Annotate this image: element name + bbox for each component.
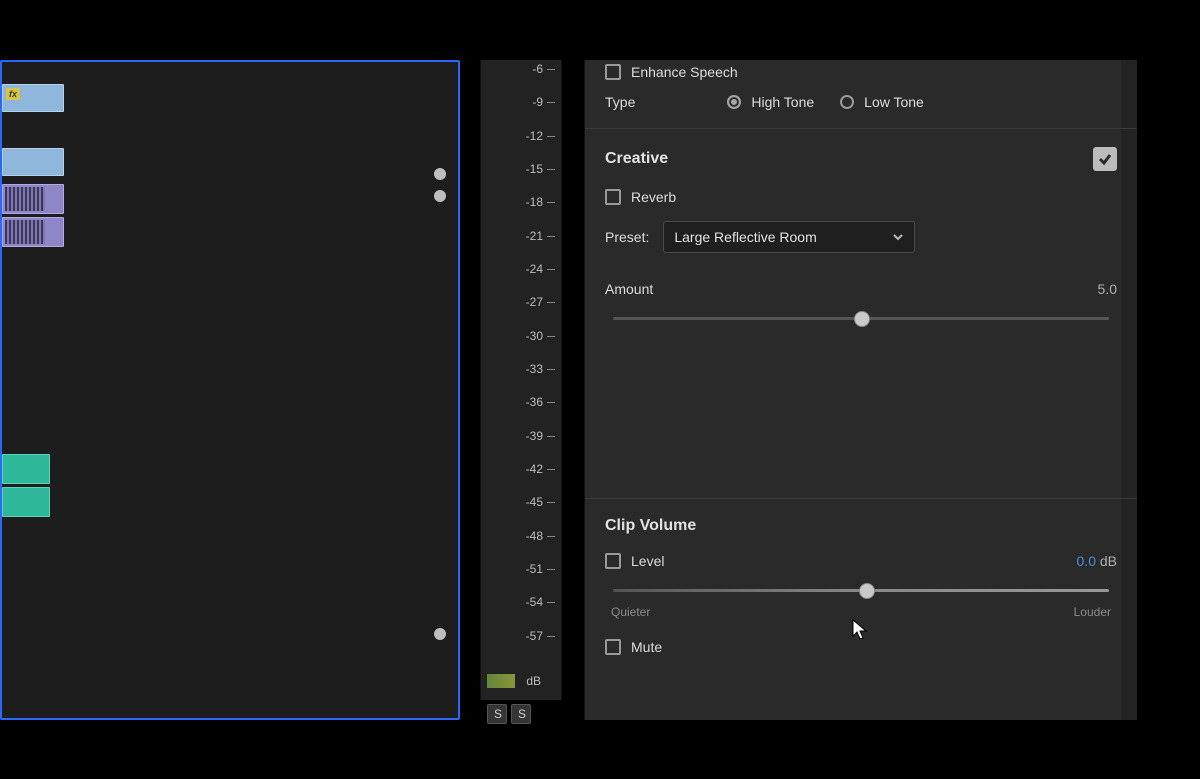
video-clip[interactable]: fx — [2, 84, 64, 112]
low-tone-radio[interactable] — [840, 95, 854, 109]
timeline-panel[interactable]: fx — [0, 60, 460, 720]
level-value[interactable]: 0.0 dB — [1077, 553, 1117, 569]
amount-slider[interactable] — [613, 311, 1109, 325]
reverb-checkbox[interactable] — [605, 189, 621, 205]
mute-checkbox[interactable] — [605, 639, 621, 655]
divider — [585, 498, 1137, 499]
meter-tick: -42 — [503, 462, 543, 476]
meter-tick: -24 — [503, 262, 543, 276]
keyframe-dot-icon[interactable] — [434, 628, 446, 640]
fx-badge-icon: fx — [6, 88, 20, 100]
meter-tick: -21 — [503, 229, 543, 243]
mute-label: Mute — [631, 639, 662, 655]
meter-tick: -45 — [503, 495, 543, 509]
slider-thumb[interactable] — [859, 583, 875, 599]
video-clip[interactable] — [2, 148, 64, 176]
meter-tick: -48 — [503, 529, 543, 543]
meter-tick: -6 — [503, 62, 543, 76]
amount-value[interactable]: 5.0 — [1098, 281, 1117, 297]
audio-meter: -6 -9 -12 -15 -18 -21 -24 -27 -30 -33 -36 -39 -42 -45… — [480, 60, 562, 700]
meter-tick: -57 — [503, 629, 543, 643]
creative-section-title: Creative — [605, 150, 668, 168]
meter-solo-buttons: S S — [487, 704, 547, 728]
level-label: Level — [631, 553, 664, 569]
meter-tick: -54 — [503, 595, 543, 609]
audio-clip[interactable] — [2, 217, 64, 247]
keyframe-dot-icon[interactable] — [434, 190, 446, 202]
quieter-label: Quieter — [611, 605, 650, 619]
essential-sound-panel: Enhance Speech Type High Tone Low Tone C… — [584, 60, 1137, 720]
timeline-tracks[interactable]: fx — [2, 62, 427, 718]
keyframe-dot-icon[interactable] — [434, 168, 446, 180]
meter-tick: -9 — [503, 95, 543, 109]
waveform-icon — [5, 187, 45, 211]
chevron-down-icon — [892, 231, 904, 243]
low-tone-label: Low Tone — [864, 94, 924, 110]
solo-button[interactable]: S — [487, 704, 507, 724]
preset-value: Large Reflective Room — [674, 229, 816, 245]
reverb-label: Reverb — [631, 189, 676, 205]
meter-scale: -6 -9 -12 -15 -18 -21 -24 -27 -30 -33 -36 -39 -42 -45… — [481, 60, 543, 700]
divider — [585, 128, 1137, 129]
high-tone-label: High Tone — [751, 94, 814, 110]
timeline-vscroll[interactable] — [423, 62, 458, 718]
meter-tick: -33 — [503, 362, 543, 376]
type-label: Type — [605, 94, 635, 110]
meter-unit-label: dB — [526, 674, 541, 688]
level-slider[interactable] — [613, 583, 1109, 597]
meter-tick: -51 — [503, 562, 543, 576]
panel-scrollbar[interactable] — [1121, 60, 1137, 720]
meter-tick: -12 — [503, 129, 543, 143]
meter-tick: -27 — [503, 295, 543, 309]
level-checkbox[interactable] — [605, 553, 621, 569]
high-tone-radio[interactable] — [727, 95, 741, 109]
meter-tick: -39 — [503, 429, 543, 443]
meter-tick: -15 — [503, 162, 543, 176]
meter-tick: -36 — [503, 395, 543, 409]
meter-tick: -30 — [503, 329, 543, 343]
amount-label: Amount — [605, 281, 653, 297]
preset-label: Preset: — [605, 229, 649, 245]
audio-clip[interactable] — [2, 454, 50, 484]
enhance-speech-checkbox[interactable] — [605, 64, 621, 80]
audio-clip[interactable] — [2, 184, 64, 214]
meter-tick: -18 — [503, 195, 543, 209]
preset-dropdown[interactable]: Large Reflective Room — [663, 221, 915, 253]
audio-clip[interactable] — [2, 487, 50, 517]
louder-label: Louder — [1074, 605, 1111, 619]
enhance-speech-label: Enhance Speech — [631, 64, 738, 80]
meter-level-icon — [487, 674, 515, 688]
creative-toggle[interactable] — [1093, 147, 1117, 171]
clip-volume-title: Clip Volume — [605, 517, 696, 535]
slider-thumb[interactable] — [854, 311, 870, 327]
solo-button[interactable]: S — [511, 704, 531, 724]
waveform-icon — [5, 220, 45, 244]
